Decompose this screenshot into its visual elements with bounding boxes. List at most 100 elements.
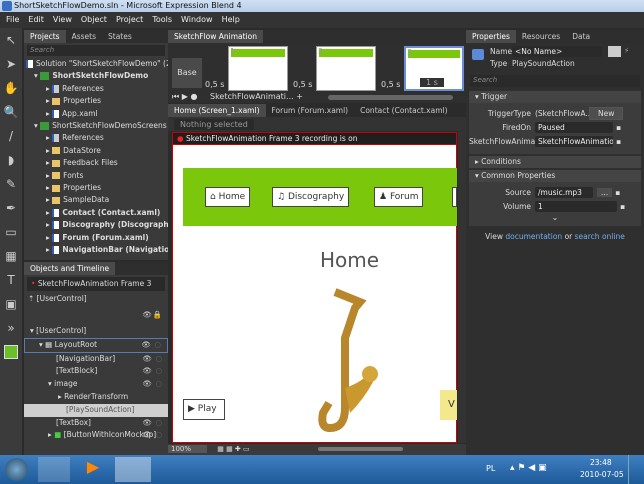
animation-scrollbar[interactable]: [328, 95, 453, 100]
common-properties-section[interactable]: ▾ Common Properties: [469, 170, 641, 182]
documentation-link[interactable]: documentation: [505, 232, 562, 241]
zoom-tool-icon[interactable]: 🔍: [0, 100, 22, 124]
browse-button[interactable]: ...: [597, 187, 613, 197]
add-frame-icon[interactable]: +: [296, 92, 303, 101]
play-button[interactable]: ▶ Play: [183, 399, 225, 420]
object-item[interactable]: ▸ ■ [ButtonWithIconMockup] 👁 ○: [24, 429, 168, 442]
tab-resources[interactable]: Resources: [516, 30, 566, 43]
frame-1[interactable]: 1: [228, 46, 288, 91]
source-dropdown[interactable]: /music.mp3: [535, 186, 593, 198]
pan-tool-icon[interactable]: ✋: [0, 76, 22, 100]
tree-item[interactable]: ▸ References: [26, 132, 168, 144]
transition-duration[interactable]: 0,5 s: [205, 80, 224, 89]
control-tool-icon[interactable]: ▣: [0, 292, 22, 316]
volume-textbox-partial[interactable]: V: [440, 390, 457, 420]
language-indicator[interactable]: PL: [486, 464, 495, 473]
rectangle-tool-icon[interactable]: ▭: [0, 220, 22, 244]
tree-item[interactable]: ▸ NavigationBar (NavigationBar: [26, 244, 168, 256]
menu-object[interactable]: Object: [81, 12, 107, 28]
clock-time[interactable]: 23:48: [590, 458, 612, 467]
transition-duration[interactable]: 0,5 s: [381, 80, 400, 89]
object-item-selected[interactable]: [PlaySoundAction]: [24, 403, 168, 417]
media-player-taskbar-icon[interactable]: ▶: [75, 457, 111, 482]
transition-duration[interactable]: 0,5 s: [293, 80, 312, 89]
sketch-style-icon[interactable]: [0, 340, 22, 364]
tree-item[interactable]: ▸ Contact (Contact.xaml): [26, 207, 168, 219]
direct-selection-tool-icon[interactable]: ➤: [0, 52, 22, 76]
solution-item[interactable]: Solution "ShortSketchFlowDemo" (2 p: [26, 58, 168, 70]
name-input[interactable]: <No Name>: [512, 46, 602, 57]
project-item[interactable]: ▾ ShortSketchFlowDemo: [26, 70, 168, 82]
tab-projects[interactable]: Projects: [24, 30, 66, 43]
fired-on-dropdown[interactable]: Paused: [535, 121, 613, 133]
tree-item[interactable]: ▸ Forum (Forum.xaml): [26, 232, 168, 244]
tree-item[interactable]: ▸ App.xaml: [26, 108, 168, 120]
menu-project[interactable]: Project: [116, 12, 143, 28]
nav-home-button[interactable]: ⌂ Home: [205, 187, 251, 207]
tree-item[interactable]: ▸ Discography (Discography.xan: [26, 219, 168, 231]
object-item[interactable]: ▸ RenderTransform: [24, 391, 168, 404]
tab-home[interactable]: Home (Screen_1.xaml): [168, 104, 266, 117]
conditions-section[interactable]: ▸ Conditions: [469, 156, 641, 168]
base-frame[interactable]: Base: [172, 58, 202, 88]
recording-indicator[interactable]: ● SketchFlowAnimation Frame 3 recording …: [172, 132, 457, 145]
object-item[interactable]: ▾ ▦ LayoutRoot 👁 ○: [24, 337, 168, 353]
object-item[interactable]: [NavigationBar] 👁 ○: [24, 353, 168, 366]
play-icon[interactable]: ▶: [182, 92, 188, 101]
menu-edit[interactable]: Edit: [28, 12, 44, 28]
search-online-link[interactable]: search online: [575, 232, 625, 241]
tree-item[interactable]: ▸ Feedback Files: [26, 157, 168, 169]
grid-tool-icon[interactable]: ▦: [0, 244, 22, 268]
horizontal-scrollbar[interactable]: [318, 447, 403, 451]
menu-view[interactable]: View: [53, 12, 72, 28]
events-view-icon[interactable]: ⚡: [624, 46, 629, 55]
tab-forum[interactable]: Forum (Forum.xaml): [266, 104, 355, 117]
project-item[interactable]: ▾ ShortSketchFlowDemoScreens: [26, 120, 168, 132]
scope-up-item[interactable]: ⇡ [UserControl]: [24, 293, 168, 309]
nav-partial-button[interactable]: [452, 187, 457, 207]
selection-tool-icon[interactable]: ↖: [0, 28, 22, 52]
frame-3-duration[interactable]: 1 s: [420, 78, 444, 87]
tree-item[interactable]: ▸ Fonts: [26, 170, 168, 182]
blend-taskbar-icon[interactable]: [115, 457, 151, 482]
object-item[interactable]: [TextBox] 👁 ○: [24, 417, 168, 430]
zoom-selector[interactable]: 100%: [168, 445, 208, 453]
tree-item[interactable]: ▸ DataStore: [26, 145, 168, 157]
frame-2[interactable]: 2: [316, 46, 376, 91]
animation-name[interactable]: SketchFlowAnimati...: [210, 92, 294, 101]
eyedropper-tool-icon[interactable]: /: [0, 124, 22, 148]
clock-date[interactable]: 2010-07-05: [580, 470, 624, 479]
tab-properties[interactable]: Properties: [466, 30, 516, 43]
tree-item[interactable]: ▸ References: [26, 83, 168, 95]
properties-search-input[interactable]: Search: [470, 75, 640, 87]
menu-tools[interactable]: Tools: [152, 12, 172, 28]
nav-discography-button[interactable]: ♫ Discography: [272, 187, 350, 207]
start-button[interactable]: [5, 458, 28, 481]
explorer-taskbar-icon[interactable]: [38, 457, 70, 482]
menu-file[interactable]: File: [6, 12, 19, 28]
object-item[interactable]: ▾ image 👁 ○: [24, 378, 168, 391]
text-tool-icon[interactable]: T: [0, 268, 22, 292]
animation-dropdown[interactable]: SketchFlowAnimation: [535, 135, 613, 147]
tab-data[interactable]: Data: [566, 30, 596, 43]
nav-forum-button[interactable]: ♟ Forum: [374, 187, 424, 207]
tree-item[interactable]: ▸ Properties: [26, 95, 168, 107]
new-trigger-button[interactable]: New: [589, 106, 624, 120]
storyboard-selector[interactable]: • SketchFlowAnimation Frame 3: [27, 277, 165, 291]
tray-icons[interactable]: ▴ ⚑ ◀ ▣: [510, 463, 547, 473]
expand-assets-icon[interactable]: »: [0, 316, 22, 340]
object-item[interactable]: [TextBlock] 👁 ○: [24, 365, 168, 378]
properties-view-icon[interactable]: [608, 46, 621, 57]
menu-window[interactable]: Window: [181, 12, 213, 28]
go-start-icon[interactable]: ⏮: [172, 92, 179, 101]
record-icon[interactable]: ●: [190, 92, 197, 101]
volume-input[interactable]: 1: [535, 200, 617, 212]
tree-item[interactable]: ▸ Properties: [26, 182, 168, 194]
tree-item[interactable]: ▸ SampleData: [26, 194, 168, 206]
eraser-tool-icon[interactable]: ✎: [0, 172, 22, 196]
menu-help[interactable]: Help: [222, 12, 240, 28]
vertical-scrollbar[interactable]: [458, 117, 466, 443]
frame-3[interactable]: 31 s: [404, 46, 464, 91]
tab-assets[interactable]: Assets: [66, 30, 102, 43]
expand-more-icon[interactable]: ⌄: [469, 213, 641, 222]
